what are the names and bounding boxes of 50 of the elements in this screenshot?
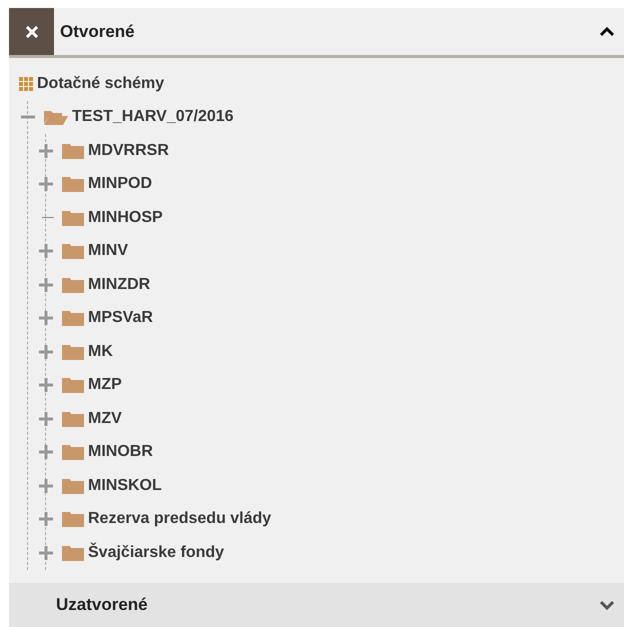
tree-item[interactable]: MINPOD [88,172,152,196]
folder-icon [62,410,84,427]
tree-item[interactable]: Švajčiarske fondy [88,540,224,565]
expand-icon[interactable] [38,176,54,192]
section-title: Uzatvorené [56,594,149,616]
tree-item[interactable]: MK [88,340,113,364]
tree-item[interactable]: TEST_HARV_07/2016 [72,105,234,130]
tree-item[interactable]: MINZDR [88,272,150,297]
folder-icon [62,544,84,561]
folder-icon [62,176,84,192]
tree-item[interactable]: MPSVaR [88,306,153,330]
expand-icon[interactable] [38,444,54,460]
chevron-up-icon[interactable] [600,26,614,36]
folder-icon [62,142,84,159]
expand-icon[interactable] [38,142,54,159]
expand-icon[interactable] [38,410,54,427]
tree-item[interactable]: MINV [88,239,128,264]
folder-icon [62,377,84,394]
folder-icon [62,444,84,460]
open-folder-icon [44,109,68,126]
tree-item[interactable]: MDVRRSR [88,138,169,163]
tree-item[interactable]: Dotačné schémy [37,72,164,96]
expand-icon[interactable] [38,544,54,561]
expand-icon[interactable] [38,511,54,528]
expand-icon[interactable] [38,478,54,494]
expand-icon[interactable] [38,243,54,260]
section-header[interactable]: Otvorené [9,8,624,58]
tree-item[interactable]: Rezerva predsedu vlády [88,507,272,532]
folder-icon [62,276,84,293]
close-button[interactable] [9,8,54,55]
folder-icon [62,344,84,360]
tree-item[interactable]: MZP [88,373,122,398]
close-icon [26,26,38,38]
folder-icon [62,210,84,226]
expand-icon[interactable] [38,377,54,394]
folder-icon [62,478,84,494]
tree-item[interactable]: MINOBR [88,440,153,464]
section-header[interactable]: Uzatvorené [9,583,624,627]
tree-item[interactable]: MZV [88,406,122,431]
folder-icon [62,511,84,528]
expand-icon[interactable] [38,276,54,293]
folder-icon [62,310,84,326]
section-title: Otvorené [60,20,136,43]
grid-icon [19,76,33,91]
tree-item[interactable]: MINSKOL [88,474,162,498]
expand-icon[interactable] [38,310,54,326]
tree-item[interactable]: MINHOSP [88,206,163,230]
expand-icon[interactable] [38,344,54,360]
folder-icon [62,243,84,260]
chevron-down-icon[interactable] [600,600,614,610]
